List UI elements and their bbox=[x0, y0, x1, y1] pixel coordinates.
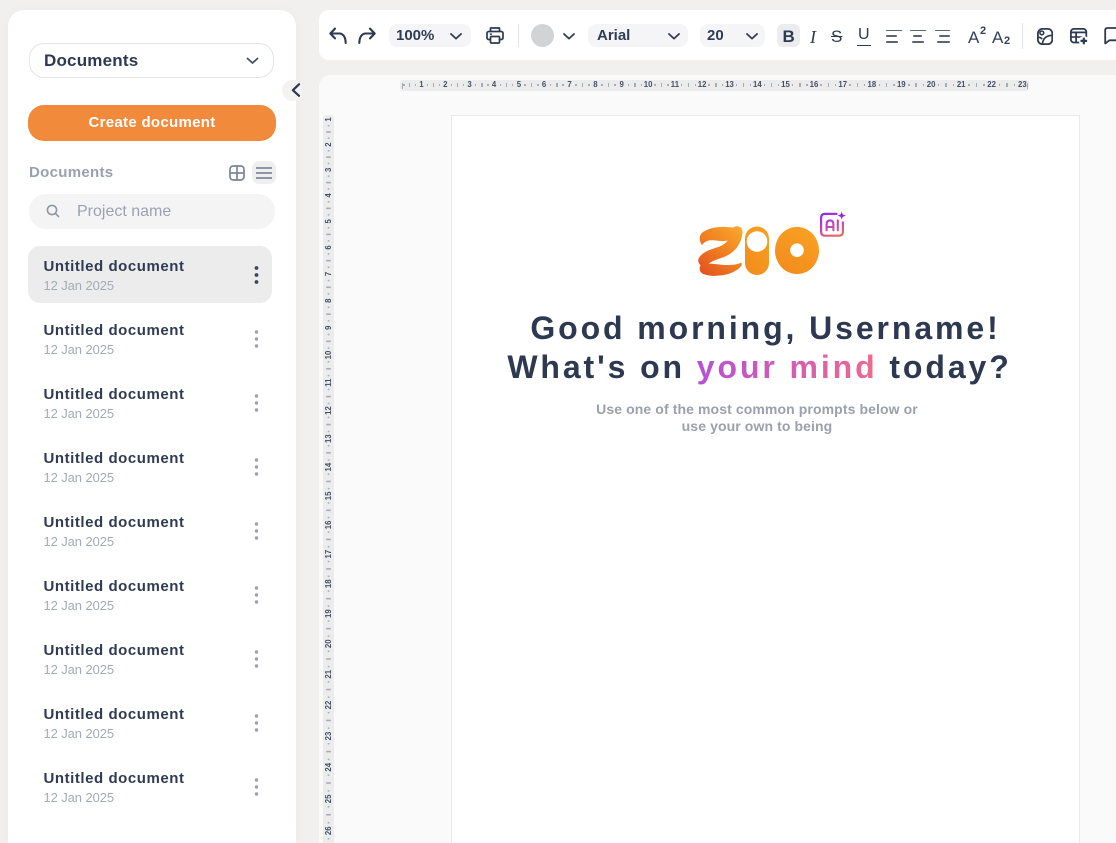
svg-text:8: 8 bbox=[324, 298, 333, 303]
svg-text:18: 18 bbox=[324, 579, 333, 588]
svg-text:7: 7 bbox=[324, 272, 333, 276]
svg-text:3: 3 bbox=[324, 167, 333, 172]
svg-text:9: 9 bbox=[324, 325, 333, 330]
svg-text:21: 21 bbox=[324, 669, 333, 678]
svg-text:13: 13 bbox=[324, 434, 333, 443]
svg-text:1: 1 bbox=[324, 117, 333, 122]
svg-text:11: 11 bbox=[324, 378, 333, 387]
svg-text:5: 5 bbox=[324, 218, 333, 223]
svg-text:22: 22 bbox=[324, 700, 333, 709]
svg-text:10: 10 bbox=[324, 350, 333, 359]
svg-text:12: 12 bbox=[324, 406, 333, 415]
svg-text:23: 23 bbox=[324, 731, 333, 740]
svg-text:26: 26 bbox=[324, 826, 333, 835]
svg-text:19: 19 bbox=[324, 609, 333, 618]
svg-text:6: 6 bbox=[324, 245, 333, 250]
svg-text:16: 16 bbox=[324, 520, 333, 529]
svg-text:25: 25 bbox=[324, 794, 333, 803]
svg-text:4: 4 bbox=[324, 193, 333, 198]
svg-text:15: 15 bbox=[324, 491, 333, 500]
svg-text:17: 17 bbox=[324, 550, 333, 559]
svg-text:20: 20 bbox=[324, 639, 333, 648]
svg-text:14: 14 bbox=[324, 462, 333, 471]
svg-text:2: 2 bbox=[324, 142, 333, 147]
svg-text:24: 24 bbox=[324, 762, 333, 771]
